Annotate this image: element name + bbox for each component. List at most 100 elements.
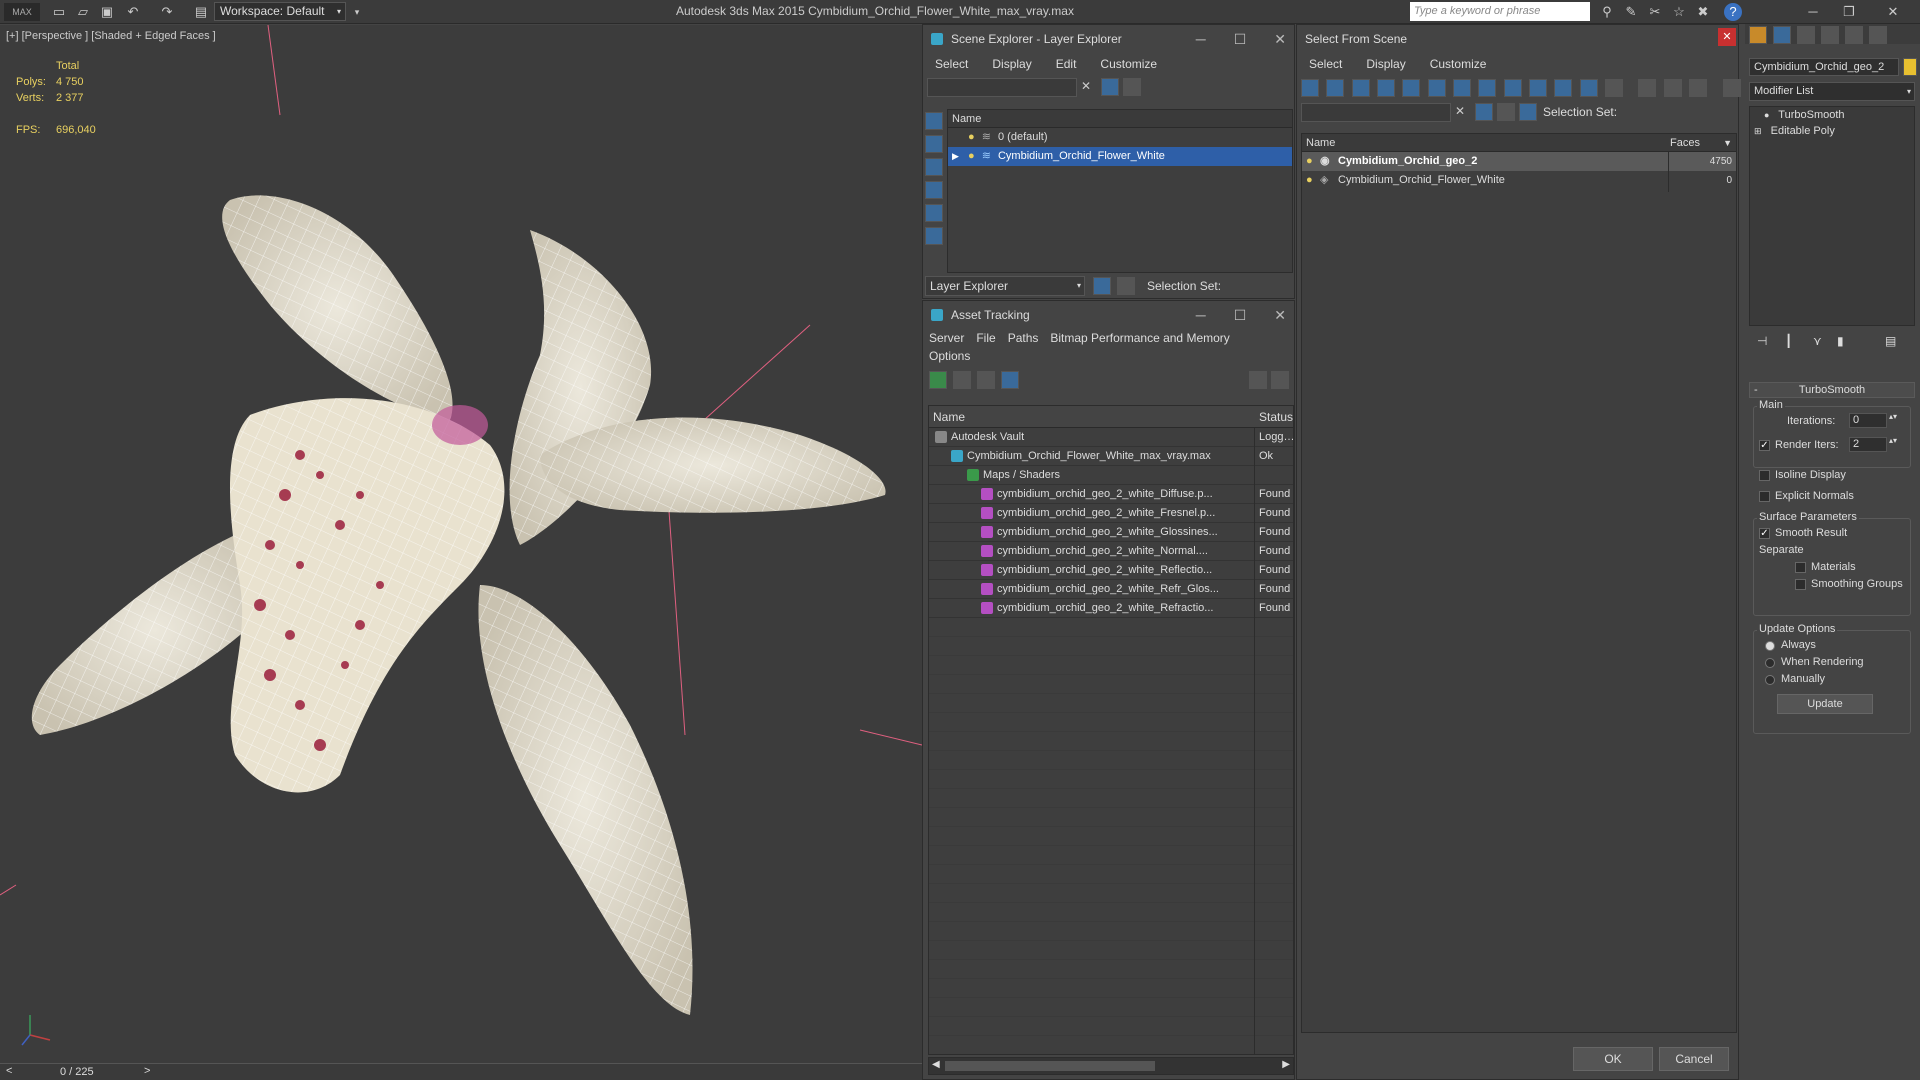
menu-edit[interactable]: Edit bbox=[1044, 57, 1089, 71]
motion-tab-icon[interactable] bbox=[1821, 26, 1839, 44]
layer-row-orchid[interactable]: ▶ ● ≋ Cymbidium_Orchid_Flower_White bbox=[948, 147, 1292, 166]
filter-icon[interactable] bbox=[1475, 103, 1493, 121]
layer-tools-icon[interactable] bbox=[1123, 78, 1141, 96]
asset-row[interactable]: Cymbidium_Orchid_Flower_White_max_vray.m… bbox=[929, 447, 1293, 466]
find-input[interactable] bbox=[927, 78, 1077, 97]
pin-stack-icon[interactable]: ⊣ bbox=[1757, 334, 1767, 348]
table-view-icon[interactable] bbox=[1001, 371, 1019, 389]
perspective-viewport[interactable]: [+] [Perspective ] [Shaded + Edged Faces… bbox=[0, 25, 922, 1063]
show-end-result-icon[interactable]: ┃ bbox=[1785, 334, 1792, 348]
ok-button[interactable]: OK bbox=[1573, 1047, 1653, 1071]
display-cameras-icon[interactable] bbox=[925, 181, 943, 199]
asset-row[interactable]: cymbidium_orchid_geo_2_white_Fresnel.p..… bbox=[929, 504, 1293, 523]
name-column-header[interactable]: Name bbox=[933, 406, 965, 428]
menu-display[interactable]: Display bbox=[1354, 57, 1417, 71]
render-iters-spinner[interactable]: 2 bbox=[1849, 437, 1887, 452]
display-shapes-icon[interactable] bbox=[925, 135, 943, 153]
object-row[interactable]: ● ◉ Cymbidium_Orchid_geo_2 4750 bbox=[1302, 152, 1736, 171]
close-icon[interactable]: ✕ bbox=[1274, 301, 1286, 329]
cancel-button[interactable]: Cancel bbox=[1659, 1047, 1729, 1071]
groups-filter-icon[interactable] bbox=[1453, 79, 1472, 97]
select-all-icon[interactable] bbox=[1605, 79, 1624, 97]
always-radio[interactable] bbox=[1765, 641, 1775, 651]
layer-row-default[interactable]: ● ≋ 0 (default) bbox=[948, 128, 1292, 147]
scroll-right-icon[interactable]: ▶ bbox=[1282, 1059, 1290, 1070]
hierarchy-tab-icon[interactable] bbox=[1797, 26, 1815, 44]
refresh-icon[interactable] bbox=[929, 371, 947, 389]
render-iters-checkbox[interactable]: ✓ bbox=[1759, 440, 1770, 451]
object-color-swatch[interactable] bbox=[1903, 58, 1917, 76]
minimize-icon[interactable]: ─ bbox=[1196, 301, 1206, 329]
lights-filter-icon[interactable] bbox=[1351, 79, 1370, 97]
smoothing-groups-checkbox[interactable] bbox=[1795, 579, 1806, 590]
help-icon[interactable]: ? bbox=[1724, 3, 1742, 21]
make-unique-icon[interactable]: ⋎ bbox=[1813, 334, 1822, 348]
exchange-icon[interactable]: ✖ bbox=[1694, 3, 1712, 21]
isoline-display-checkbox[interactable] bbox=[1759, 470, 1770, 481]
light-bulb-icon[interactable]: ● bbox=[968, 150, 975, 162]
display-geometry-icon[interactable] bbox=[925, 112, 943, 130]
asset-row[interactable]: cymbidium_orchid_geo_2_white_Refr_Glos..… bbox=[929, 580, 1293, 599]
search-input[interactable]: Type a keyword or phrase bbox=[1410, 2, 1590, 21]
menu-customize[interactable]: Customize bbox=[1088, 57, 1169, 71]
stack-item-editable-poly[interactable]: ⊞ Editable Poly bbox=[1750, 123, 1914, 139]
thumbnail-view-icon[interactable] bbox=[977, 371, 995, 389]
horizontal-scrollbar[interactable]: ◀ ▶ bbox=[928, 1057, 1294, 1075]
name-column-header[interactable]: Name bbox=[948, 110, 1292, 128]
save-icon[interactable]: ▣ bbox=[98, 3, 116, 21]
workspace-dropdown[interactable]: Workspace: Default ▾ bbox=[214, 2, 346, 21]
layer-tools-icon[interactable] bbox=[1497, 103, 1515, 121]
utilities-tab-icon[interactable] bbox=[1869, 26, 1887, 44]
asset-row[interactable]: cymbidium_orchid_geo_2_white_Reflectio..… bbox=[929, 561, 1293, 580]
asset-row[interactable]: cymbidium_orchid_geo_2_white_Diffuse.p..… bbox=[929, 485, 1293, 504]
scroll-left-icon[interactable]: ◀ bbox=[932, 1059, 940, 1070]
menu-bitmap-performance[interactable]: Bitmap Performance and Memory bbox=[1044, 331, 1235, 345]
frozen-filter-icon[interactable] bbox=[1554, 79, 1573, 97]
menu-paths[interactable]: Paths bbox=[1002, 331, 1045, 345]
redo-icon[interactable]: ↷ bbox=[158, 3, 176, 21]
xrefs-filter-icon[interactable] bbox=[1478, 79, 1497, 97]
stack-item-turbosmooth[interactable]: ● TurboSmooth bbox=[1750, 107, 1914, 123]
materials-checkbox[interactable] bbox=[1795, 562, 1806, 573]
asset-row[interactable]: Maps / Shaders bbox=[929, 466, 1293, 485]
tools-icon[interactable]: ✎ bbox=[1622, 3, 1640, 21]
maximize-icon[interactable]: ☐ bbox=[1234, 301, 1247, 329]
modifier-list-dropdown[interactable]: Modifier List ▾ bbox=[1749, 82, 1915, 101]
asset-tracking-titlebar[interactable]: Asset Tracking ─ ☐ ✕ bbox=[923, 301, 1294, 329]
minimize-icon[interactable]: ─ bbox=[1196, 25, 1206, 53]
menu-select[interactable]: Select bbox=[1297, 57, 1354, 71]
spacewarps-filter-icon[interactable] bbox=[1427, 79, 1446, 97]
display-helpers-icon[interactable] bbox=[925, 204, 943, 222]
menu-server[interactable]: Server bbox=[923, 331, 970, 345]
bones-filter-icon[interactable] bbox=[1503, 79, 1522, 97]
cameras-filter-icon[interactable] bbox=[1377, 79, 1396, 97]
next-frame-icon[interactable]: > bbox=[144, 1065, 150, 1077]
previous-frame-icon[interactable]: < bbox=[6, 1065, 12, 1077]
light-bulb-icon[interactable]: ● bbox=[1764, 110, 1769, 120]
close-icon[interactable]: ✕ bbox=[1884, 3, 1902, 21]
object-row[interactable]: ● ◈ Cymbidium_Orchid_Flower_White 0 bbox=[1302, 171, 1736, 190]
asset-row[interactable]: cymbidium_orchid_geo_2_white_Refractio..… bbox=[929, 599, 1293, 618]
turbosmooth-rollout-header[interactable]: - TurboSmooth bbox=[1749, 382, 1915, 398]
remove-modifier-icon[interactable]: ▮ bbox=[1837, 334, 1844, 348]
menu-file[interactable]: File bbox=[970, 331, 1001, 345]
select-invert-icon[interactable] bbox=[1663, 79, 1682, 97]
scroll-thumb[interactable] bbox=[945, 1061, 1155, 1071]
asset-row[interactable]: cymbidium_orchid_geo_2_white_Normal.... F… bbox=[929, 542, 1293, 561]
modify-tab-icon[interactable] bbox=[1773, 26, 1791, 44]
spinner-arrows-icon[interactable]: ▴▾ bbox=[1889, 436, 1897, 445]
close-icon[interactable]: ✕ bbox=[1274, 25, 1286, 53]
binoculars-icon[interactable]: ⚲ bbox=[1598, 3, 1616, 21]
selection-set-icon[interactable] bbox=[1519, 103, 1537, 121]
undo-icon[interactable]: ↶ bbox=[124, 3, 142, 21]
configure-sets-icon[interactable]: ▤ bbox=[1885, 334, 1896, 348]
create-tab-icon[interactable] bbox=[1749, 26, 1767, 44]
time-slider[interactable]: < 0 / 225 > bbox=[0, 1063, 922, 1080]
geometry-filter-icon[interactable] bbox=[1301, 79, 1319, 97]
display-children-icon[interactable] bbox=[1689, 79, 1708, 97]
filter-icon[interactable] bbox=[1722, 79, 1741, 97]
minimize-icon[interactable]: ─ bbox=[1804, 3, 1822, 21]
light-bulb-icon[interactable]: ● bbox=[968, 131, 975, 143]
display-lights-icon[interactable] bbox=[925, 158, 943, 176]
list-view-icon[interactable] bbox=[953, 371, 971, 389]
